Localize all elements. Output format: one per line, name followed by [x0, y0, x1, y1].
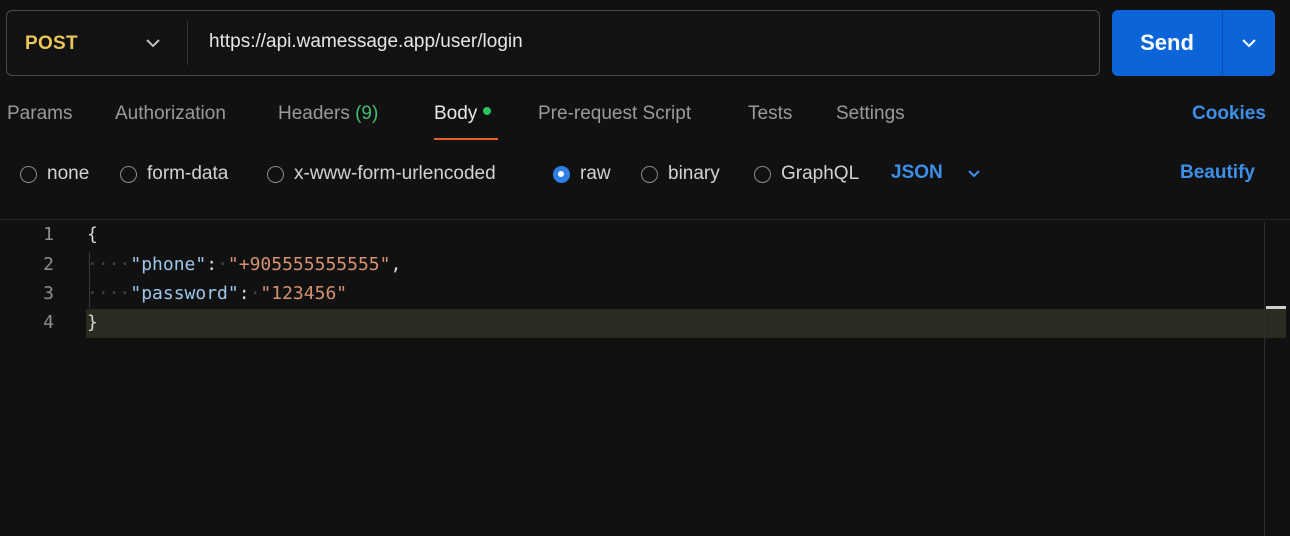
radio-button[interactable] — [267, 165, 284, 183]
radio-x-www-form-urlencoded[interactable]: x-www-form-urlencoded — [267, 162, 496, 186]
tab-authorization[interactable]: Authorization — [115, 103, 226, 125]
method-select[interactable]: POST — [25, 33, 78, 55]
code-line[interactable]: ····"phone":·"+905555555555", — [87, 254, 401, 275]
radio-form-data[interactable]: form-data — [120, 162, 228, 186]
json-value: "123456" — [260, 283, 348, 304]
radio-binary[interactable]: binary — [641, 162, 720, 186]
tab-params[interactable]: Params — [7, 103, 72, 125]
send-button-group: Send — [1112, 10, 1275, 76]
chevron-down-icon[interactable] — [1239, 36, 1259, 50]
chevron-down-icon[interactable] — [144, 36, 162, 50]
send-button[interactable]: Send — [1112, 10, 1222, 76]
line-number: 1 — [43, 224, 54, 245]
json-key: "password" — [130, 283, 239, 304]
tab-headers[interactable]: Headers (9) — [278, 103, 378, 125]
cookies-link[interactable]: Cookies — [1192, 103, 1266, 125]
code-line[interactable]: { — [87, 224, 98, 245]
radio-button[interactable] — [754, 165, 771, 183]
line-number: 3 — [43, 283, 54, 304]
radio-button[interactable] — [20, 165, 37, 183]
tab-tests[interactable]: Tests — [748, 103, 792, 125]
chevron-down-icon[interactable] — [966, 168, 982, 180]
json-key: "phone" — [130, 254, 207, 275]
line-number: 2 — [43, 254, 54, 275]
request-url-bar: POST — [6, 10, 1100, 76]
radio-raw[interactable]: raw — [553, 162, 611, 186]
radio-button-checked[interactable] — [553, 165, 570, 183]
tab-body[interactable]: Body — [434, 103, 492, 125]
active-tab-indicator — [434, 138, 498, 140]
headers-count-badge: (9) — [355, 103, 379, 124]
code-line[interactable]: } — [87, 312, 98, 333]
code-line[interactable]: ····"password":·"123456" — [87, 283, 347, 304]
url-input[interactable] — [209, 31, 1069, 53]
editor-scrollbar[interactable] — [1264, 222, 1265, 536]
beautify-button[interactable]: Beautify — [1180, 162, 1255, 184]
divider — [187, 21, 188, 65]
tab-settings[interactable]: Settings — [836, 103, 905, 125]
active-line-highlight — [86, 309, 1286, 338]
radio-none[interactable]: none — [20, 162, 89, 186]
divider — [1222, 10, 1223, 76]
divider — [0, 219, 1290, 220]
radio-button[interactable] — [641, 165, 658, 183]
format-select[interactable]: JSON — [891, 162, 943, 184]
radio-graphql[interactable]: GraphQL — [754, 162, 859, 186]
radio-button[interactable] — [120, 165, 137, 183]
tab-pre-request-script[interactable]: Pre-request Script — [538, 103, 691, 125]
scrollbar-thumb[interactable] — [1266, 306, 1286, 309]
line-number: 4 — [43, 312, 54, 333]
json-value: "+905555555555" — [227, 254, 391, 275]
modified-dot-icon — [483, 106, 492, 115]
